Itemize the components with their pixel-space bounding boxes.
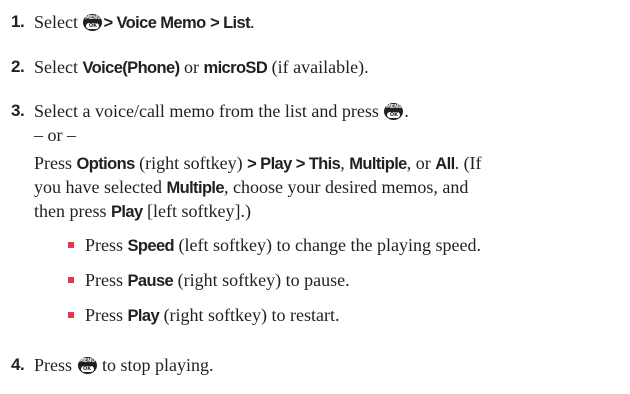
step-number: 3. (11, 101, 25, 120)
step-number: 2. (11, 57, 25, 76)
menu-ok-key-icon: MENU OK (77, 357, 97, 374)
pause-softkey: Pause (127, 272, 174, 290)
play-softkey: Play (110, 203, 143, 221)
bullet-marker (68, 312, 74, 318)
option-microsd: microSD (203, 59, 268, 77)
menu-ok-key-icon: MENU OK (83, 14, 103, 31)
menu-ok-key-icon: MENU OK (384, 103, 404, 120)
step-number: 1. (11, 12, 25, 31)
option-multiple: Multiple (349, 155, 407, 173)
step-number: 4. (11, 355, 25, 374)
speed-softkey: Speed (127, 237, 175, 255)
step-1-select: Select (34, 12, 78, 32)
option-all: All (435, 155, 455, 173)
play-softkey: Play (127, 307, 160, 325)
bullet-marker (68, 277, 74, 283)
or-separator: – or – (34, 125, 76, 145)
options-softkey: Options (76, 155, 136, 173)
step-2-text: Select Voice(Phone) or microSD (if avail… (34, 57, 369, 77)
option-multiple: Multiple (166, 179, 224, 197)
step-1-text: Select MENU OK > Voice Memo > List. (34, 12, 255, 32)
instruction-list: 1. Select MENU OK > Voice Memo > List. 2. … (0, 0, 630, 394)
bullet-marker (68, 242, 74, 248)
step-3-play-line: then press Play [left softkey].) (34, 201, 251, 221)
bullet-item-play: Press Play (right softkey) to restart. (85, 305, 340, 325)
option-voice-phone: Voice(Phone) (82, 59, 180, 77)
step-3-options-line: Press Options (right softkey) > Play > T… (34, 153, 482, 173)
step-3-multiple-line: you have selected Multiple, choose your … (34, 177, 469, 197)
step-4-text: Press MENU OK to stop playing. (34, 355, 214, 375)
menu-path-list: > List (210, 14, 251, 32)
step-3-text: Select a voice/call memo from the list a… (34, 101, 409, 121)
bullet-item-pause: Press Pause (right softkey) to pause. (85, 270, 350, 290)
menu-path-play-this: > Play > This (247, 155, 341, 173)
menu-path-voice-memo: > Voice Memo (103, 14, 206, 32)
bullet-item-speed: Press Speed (left softkey) to change the… (85, 235, 481, 255)
